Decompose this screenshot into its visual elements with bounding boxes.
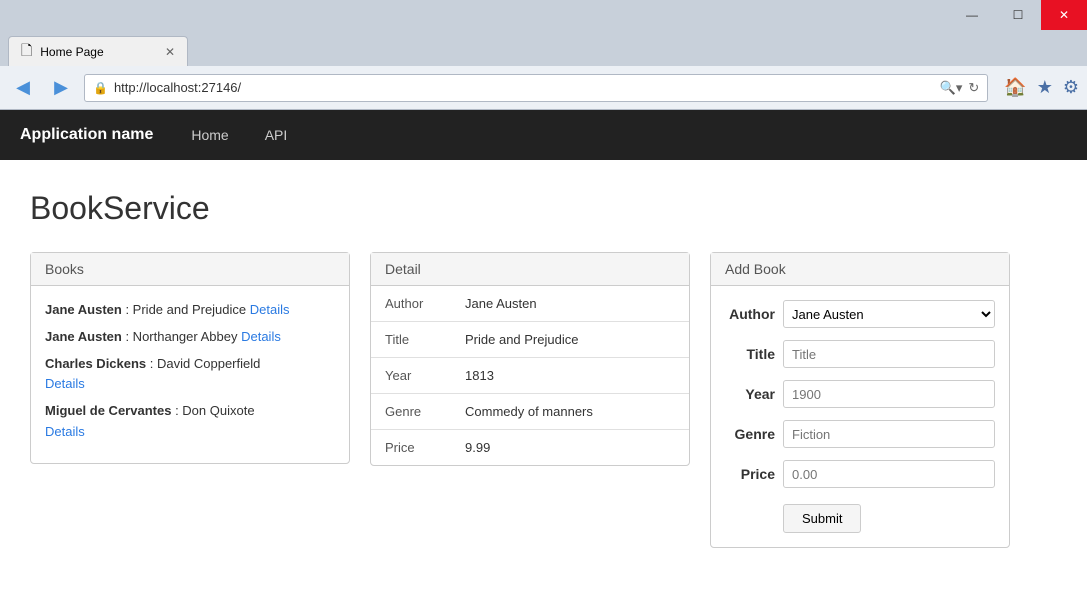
books-panel-body: Jane Austen : Pride and Prejudice Detail… (31, 286, 349, 463)
url-text: http://localhost:27146/ (114, 80, 934, 95)
app-navbar: Application name Home API (0, 110, 1087, 160)
browser-window: — ☐ ✕ 🗋 Home Page ✕ ◀ ▶ 🔒 http://localho… (0, 0, 1087, 607)
year-input[interactable] (783, 380, 995, 408)
field-value: 1813 (451, 358, 689, 394)
maximize-button[interactable]: ☐ (995, 0, 1041, 30)
title-bar: — ☐ ✕ (0, 0, 1087, 30)
title-input[interactable] (783, 340, 995, 368)
price-label: Price (725, 466, 775, 482)
close-button[interactable]: ✕ (1041, 0, 1087, 30)
nav-home[interactable]: Home (183, 123, 236, 147)
field-label: Genre (371, 394, 451, 430)
field-label: Author (371, 286, 451, 322)
minimize-button[interactable]: — (949, 0, 995, 30)
add-book-form: Author Jane Austen Charles Dickens Migue… (711, 286, 1009, 547)
lock-icon: 🔒 (93, 81, 108, 95)
field-value: Jane Austen (451, 286, 689, 322)
field-value: Commedy of manners (451, 394, 689, 430)
author-label: Author (725, 306, 775, 322)
back-button[interactable]: ◀ (8, 74, 38, 102)
add-book-panel-header: Add Book (711, 253, 1009, 286)
detail-panel-header: Detail (371, 253, 689, 286)
home-icon[interactable]: 🏠 (1004, 77, 1026, 98)
price-input[interactable] (783, 460, 995, 488)
author-select[interactable]: Jane Austen Charles Dickens Miguel de Ce… (783, 300, 995, 328)
settings-icon[interactable]: ⚙ (1063, 77, 1079, 98)
tab-close-button[interactable]: ✕ (165, 45, 175, 59)
tab-favicon: 🗋 (21, 40, 32, 64)
page-content: BookService Books Jane Austen : Pride an… (0, 160, 1087, 607)
tab-bar: 🗋 Home Page ✕ (0, 30, 1087, 66)
list-item: Jane Austen : Pride and Prejudice Detail… (45, 300, 335, 321)
table-row: Author Jane Austen (371, 286, 689, 322)
book-author: Jane Austen (45, 329, 122, 344)
field-label: Title (371, 322, 451, 358)
address-bar: ◀ ▶ 🔒 http://localhost:27146/ 🔍▾ ↻ 🏠 ★ ⚙ (0, 66, 1087, 110)
refresh-button[interactable]: ↻ (968, 80, 979, 96)
search-button[interactable]: 🔍▾ (940, 80, 963, 96)
table-row: Year 1813 (371, 358, 689, 394)
favorites-icon[interactable]: ★ (1037, 77, 1053, 98)
year-row: Year (725, 380, 995, 408)
window-controls: — ☐ ✕ (949, 0, 1087, 30)
author-row: Author Jane Austen Charles Dickens Migue… (725, 300, 995, 328)
submit-button[interactable]: Submit (783, 504, 861, 533)
app-brand: Application name (20, 126, 153, 144)
book-author: Charles Dickens (45, 356, 146, 371)
url-bar[interactable]: 🔒 http://localhost:27146/ 🔍▾ ↻ (84, 74, 988, 102)
page-title: BookService (30, 190, 1057, 227)
book-details-link[interactable]: Details (250, 302, 290, 317)
forward-button[interactable]: ▶ (46, 74, 76, 102)
genre-input[interactable] (783, 420, 995, 448)
books-panel-header: Books (31, 253, 349, 286)
detail-table: Author Jane Austen Title Pride and Preju… (371, 286, 689, 465)
table-row: Price 9.99 (371, 430, 689, 466)
table-row: Genre Commedy of manners (371, 394, 689, 430)
tab-label: Home Page (40, 45, 103, 59)
genre-label: Genre (725, 426, 775, 442)
list-item: Jane Austen : Northanger Abbey Details (45, 327, 335, 348)
field-label: Price (371, 430, 451, 466)
list-item: Miguel de Cervantes : Don Quixote Detail… (45, 401, 335, 443)
browser-tab[interactable]: 🗋 Home Page ✕ (8, 36, 188, 66)
price-row: Price (725, 460, 995, 488)
book-author: Miguel de Cervantes (45, 403, 171, 418)
field-value: 9.99 (451, 430, 689, 466)
detail-panel: Detail Author Jane Austen Title Pride an… (370, 252, 690, 466)
nav-api[interactable]: API (257, 123, 296, 147)
field-value: Pride and Prejudice (451, 322, 689, 358)
book-title: : Northanger Abbey (125, 329, 241, 344)
field-label: Year (371, 358, 451, 394)
book-title: : Pride and Prejudice (125, 302, 249, 317)
toolbar-icons: 🏠 ★ ⚙ (1004, 77, 1079, 98)
add-book-panel: Add Book Author Jane Austen Charles Dick… (710, 252, 1010, 548)
genre-row: Genre (725, 420, 995, 448)
book-author: Jane Austen (45, 302, 122, 317)
book-details-link[interactable]: Details (45, 376, 85, 391)
panels: Books Jane Austen : Pride and Prejudice … (30, 252, 1057, 548)
year-label: Year (725, 386, 775, 402)
books-panel: Books Jane Austen : Pride and Prejudice … (30, 252, 350, 464)
book-title: : David Copperfield (150, 356, 261, 371)
title-label: Title (725, 346, 775, 362)
book-details-link[interactable]: Details (241, 329, 281, 344)
table-row: Title Pride and Prejudice (371, 322, 689, 358)
list-item: Charles Dickens : David Copperfield Deta… (45, 354, 335, 396)
book-title: : Don Quixote (175, 403, 255, 418)
title-row: Title (725, 340, 995, 368)
book-details-link[interactable]: Details (45, 424, 85, 439)
